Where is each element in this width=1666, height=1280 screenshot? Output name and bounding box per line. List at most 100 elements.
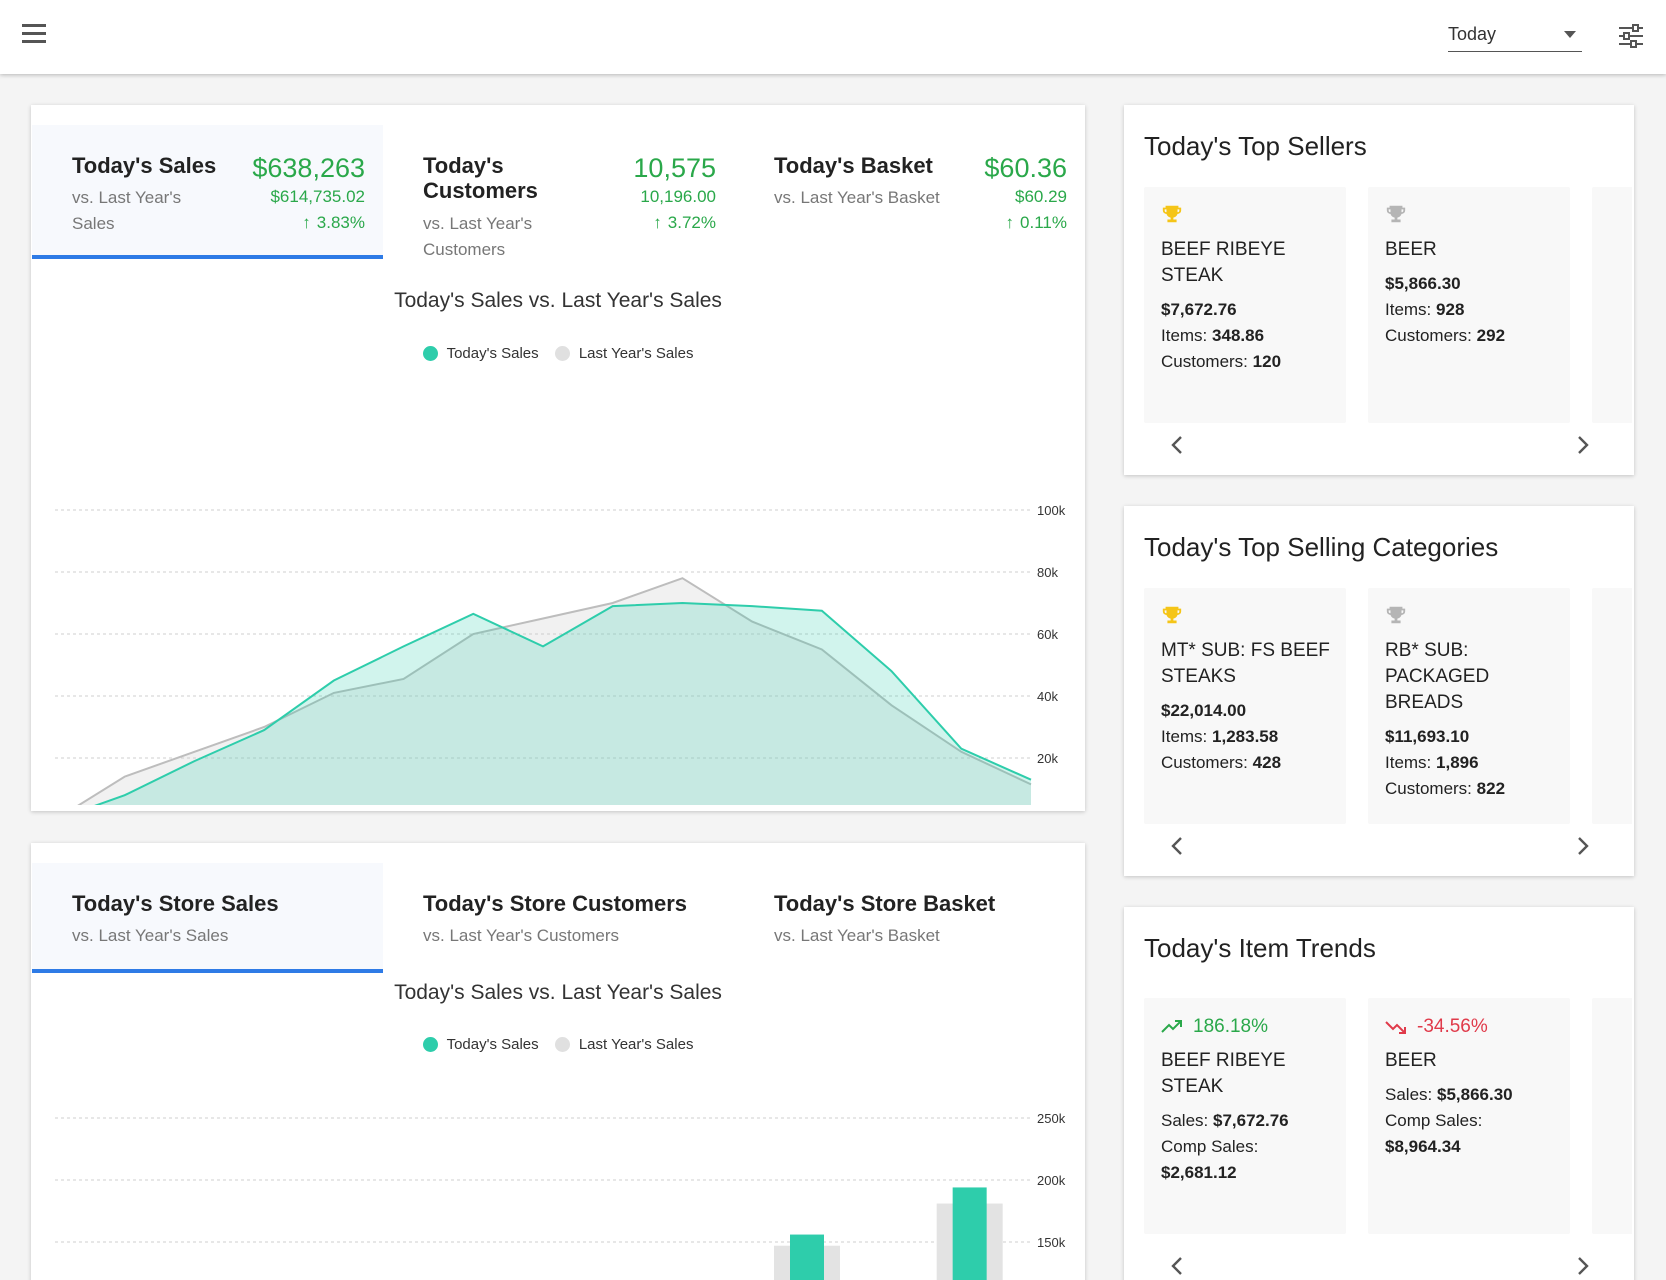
- item-sales: $7,672.76: [1161, 300, 1237, 319]
- menu-icon[interactable]: [22, 24, 50, 48]
- kpi-subtitle: vs. Last Year's Basket: [774, 188, 940, 207]
- chevron-right-icon[interactable]: [1570, 1254, 1594, 1278]
- legend-label: Today's Sales: [446, 345, 539, 362]
- kpi-value: $638,263: [252, 153, 365, 183]
- y-tick-label: 40k: [1037, 689, 1058, 704]
- y-tick-label: 250k: [1037, 1111, 1066, 1126]
- legend-label: Last Year's Sales: [578, 345, 694, 362]
- kpi-subtitle: vs. Last Year's Sales: [72, 926, 229, 945]
- category-name: MT* SUB: FS BEEF STEAKS: [1161, 640, 1330, 687]
- item-sales: $5,866.30: [1385, 274, 1461, 293]
- kpi-change-value: 3.72%: [667, 213, 716, 232]
- items-count: 1,896: [1436, 753, 1479, 772]
- legend-item-last-year[interactable]: Last Year's Sales: [554, 1036, 694, 1053]
- caret-down-icon: [1564, 31, 1576, 38]
- legend-item-last-year[interactable]: Last Year's Sales: [554, 345, 694, 362]
- items-count: 928: [1436, 300, 1465, 319]
- chevron-right-icon[interactable]: [1570, 433, 1594, 457]
- kpi-subtitle: vs. Last Year's Basket: [774, 926, 940, 945]
- kpi-value: 10,575: [633, 153, 716, 183]
- category-tile-partial[interactable]: [1592, 588, 1632, 824]
- chevron-left-icon[interactable]: [1166, 834, 1190, 858]
- card-title: Today's Top Sellers: [1144, 131, 1367, 161]
- trend-meta: Sales: $5,866.30 Comp Sales: $8,964.34: [1385, 1082, 1565, 1160]
- kpi-change: ↑ 3.83%: [302, 213, 365, 233]
- trend-pct-value: -34.56%: [1417, 1016, 1488, 1037]
- category-tile[interactable]: RB* SUB: PACKAGED BREADS $11,693.10 Item…: [1368, 588, 1570, 824]
- trend-tile[interactable]: -34.56% BEER Sales: $5,866.30 Comp Sales…: [1368, 998, 1570, 1234]
- tab-todays-store-basket[interactable]: Today's Store Basket vs. Last Year's Bas…: [734, 863, 1085, 973]
- item-name: BEEF RIBEYE STEAK: [1161, 239, 1286, 286]
- top-bar: Today: [0, 0, 1666, 74]
- trend-sales: $5,866.30: [1436, 1085, 1513, 1104]
- kpi-change-value: 0.11%: [1020, 213, 1067, 232]
- kpi-title: Today's Customers: [423, 153, 538, 203]
- y-tick-label: 100k: [1037, 503, 1066, 518]
- customers-count: 428: [1252, 753, 1282, 772]
- customers-count: 120: [1252, 352, 1282, 371]
- seller-tile[interactable]: BEEF RIBEYE STEAK $7,672.76 Items: 348.8…: [1144, 187, 1346, 423]
- category-tile[interactable]: MT* SUB: FS BEEF STEAKS $22,014.00 Items…: [1144, 588, 1346, 824]
- category-meta: $11,693.10 Items: 1,896 Customers: 822: [1385, 724, 1565, 802]
- legend-dot-today: [422, 1037, 438, 1052]
- chevron-right-icon[interactable]: [1570, 834, 1594, 858]
- category-sales: $22,014.00: [1161, 701, 1247, 720]
- tab-todays-sales[interactable]: Today's Sales vs. Last Year's Sales $638…: [32, 125, 383, 259]
- date-range-select[interactable]: Today: [1448, 20, 1582, 52]
- bar-today: [790, 1234, 824, 1280]
- kpi-title: Today's Store Basket: [774, 891, 996, 916]
- legend-label: Today's Sales: [446, 1036, 539, 1053]
- legend-item-today[interactable]: Today's Sales: [422, 1036, 539, 1053]
- kpi-title: Today's Store Sales: [72, 891, 279, 916]
- tab-todays-store-sales[interactable]: Today's Store Sales vs. Last Year's Sale…: [32, 863, 383, 973]
- sales-area-chart: 0k20k40k60k80k100kAM09 AM12 PM03 PM06 PM: [55, 503, 1066, 805]
- filter-sliders-icon[interactable]: [1616, 22, 1648, 52]
- customers-label: Customers:: [1385, 326, 1472, 345]
- customers-count: 292: [1476, 326, 1506, 345]
- items-count: 1,283.58: [1212, 727, 1279, 746]
- top-categories-card: Today's Top Selling Categories MT* SUB: …: [1124, 506, 1634, 876]
- trend-tile-partial[interactable]: [1592, 998, 1632, 1234]
- legend-item-today[interactable]: Today's Sales: [422, 345, 539, 362]
- trending-up-icon: [1161, 1020, 1182, 1033]
- store-card: Today's Store Sales vs. Last Year's Sale…: [31, 843, 1085, 1280]
- customers-count: 822: [1476, 779, 1506, 798]
- comp-sales-label: Comp Sales:: [1385, 1111, 1483, 1130]
- seller-tile[interactable]: BEER $5,866.30 Items: 928 Customers: 292: [1368, 187, 1570, 423]
- trend-tile[interactable]: 186.18% BEEF RIBEYE STEAK Sales: $7,672.…: [1144, 998, 1346, 1234]
- kpi-subtitle: vs. Last Year's Sales: [72, 188, 182, 233]
- tab-todays-basket[interactable]: Today's Basket vs. Last Year's Basket $6…: [734, 125, 1085, 259]
- arrow-up-icon: ↑: [302, 213, 311, 232]
- seller-tile-partial[interactable]: [1592, 187, 1632, 423]
- legend-dot-today: [422, 346, 438, 361]
- y-tick-label: 80k: [1037, 565, 1058, 580]
- trending-down-icon: [1385, 1021, 1406, 1034]
- chevron-left-icon[interactable]: [1166, 1254, 1190, 1278]
- tiles-carousel: MT* SUB: FS BEEF STEAKS $22,014.00 Items…: [1144, 588, 1632, 826]
- items-label: Items:: [1161, 326, 1208, 345]
- tab-todays-customers[interactable]: Today's Customers vs. Last Year's Custom…: [383, 125, 734, 259]
- card-title: Today's Top Selling Categories: [1144, 532, 1499, 562]
- comp-sales: $8,964.34: [1385, 1137, 1461, 1156]
- legend-label: Last Year's Sales: [578, 1036, 694, 1053]
- kpi-compare-value: 10,196.00: [640, 187, 716, 206]
- legend-dot-last-year: [554, 346, 570, 361]
- trend-pct-value: 186.18%: [1193, 1016, 1269, 1037]
- item-name: BEER: [1385, 1050, 1437, 1071]
- chart-title: Today's Sales vs. Last Year's Sales: [394, 981, 722, 1004]
- chevron-left-icon[interactable]: [1166, 433, 1190, 457]
- trophy-gold-icon: [1162, 205, 1182, 223]
- category-sales: $11,693.10: [1385, 727, 1470, 746]
- tab-todays-store-customers[interactable]: Today's Store Customers vs. Last Year's …: [383, 863, 734, 973]
- item-name: BEEF RIBEYE STEAK: [1161, 1050, 1286, 1097]
- y-tick-label: 150k: [1037, 1235, 1066, 1250]
- kpi-title: Today's Sales: [72, 153, 217, 178]
- item-meta: $5,866.30 Items: 928 Customers: 292: [1385, 271, 1565, 349]
- kpi-subtitle: vs. Last Year's Customers: [423, 214, 533, 259]
- category-meta: $22,014.00 Items: 1,283.58 Customers: 42…: [1161, 698, 1341, 776]
- items-label: Items:: [1161, 727, 1208, 746]
- items-label: Items:: [1385, 753, 1432, 772]
- y-tick-label: 20k: [1037, 751, 1058, 766]
- customers-label: Customers:: [1161, 753, 1248, 772]
- card-title: Today's Item Trends: [1144, 933, 1376, 963]
